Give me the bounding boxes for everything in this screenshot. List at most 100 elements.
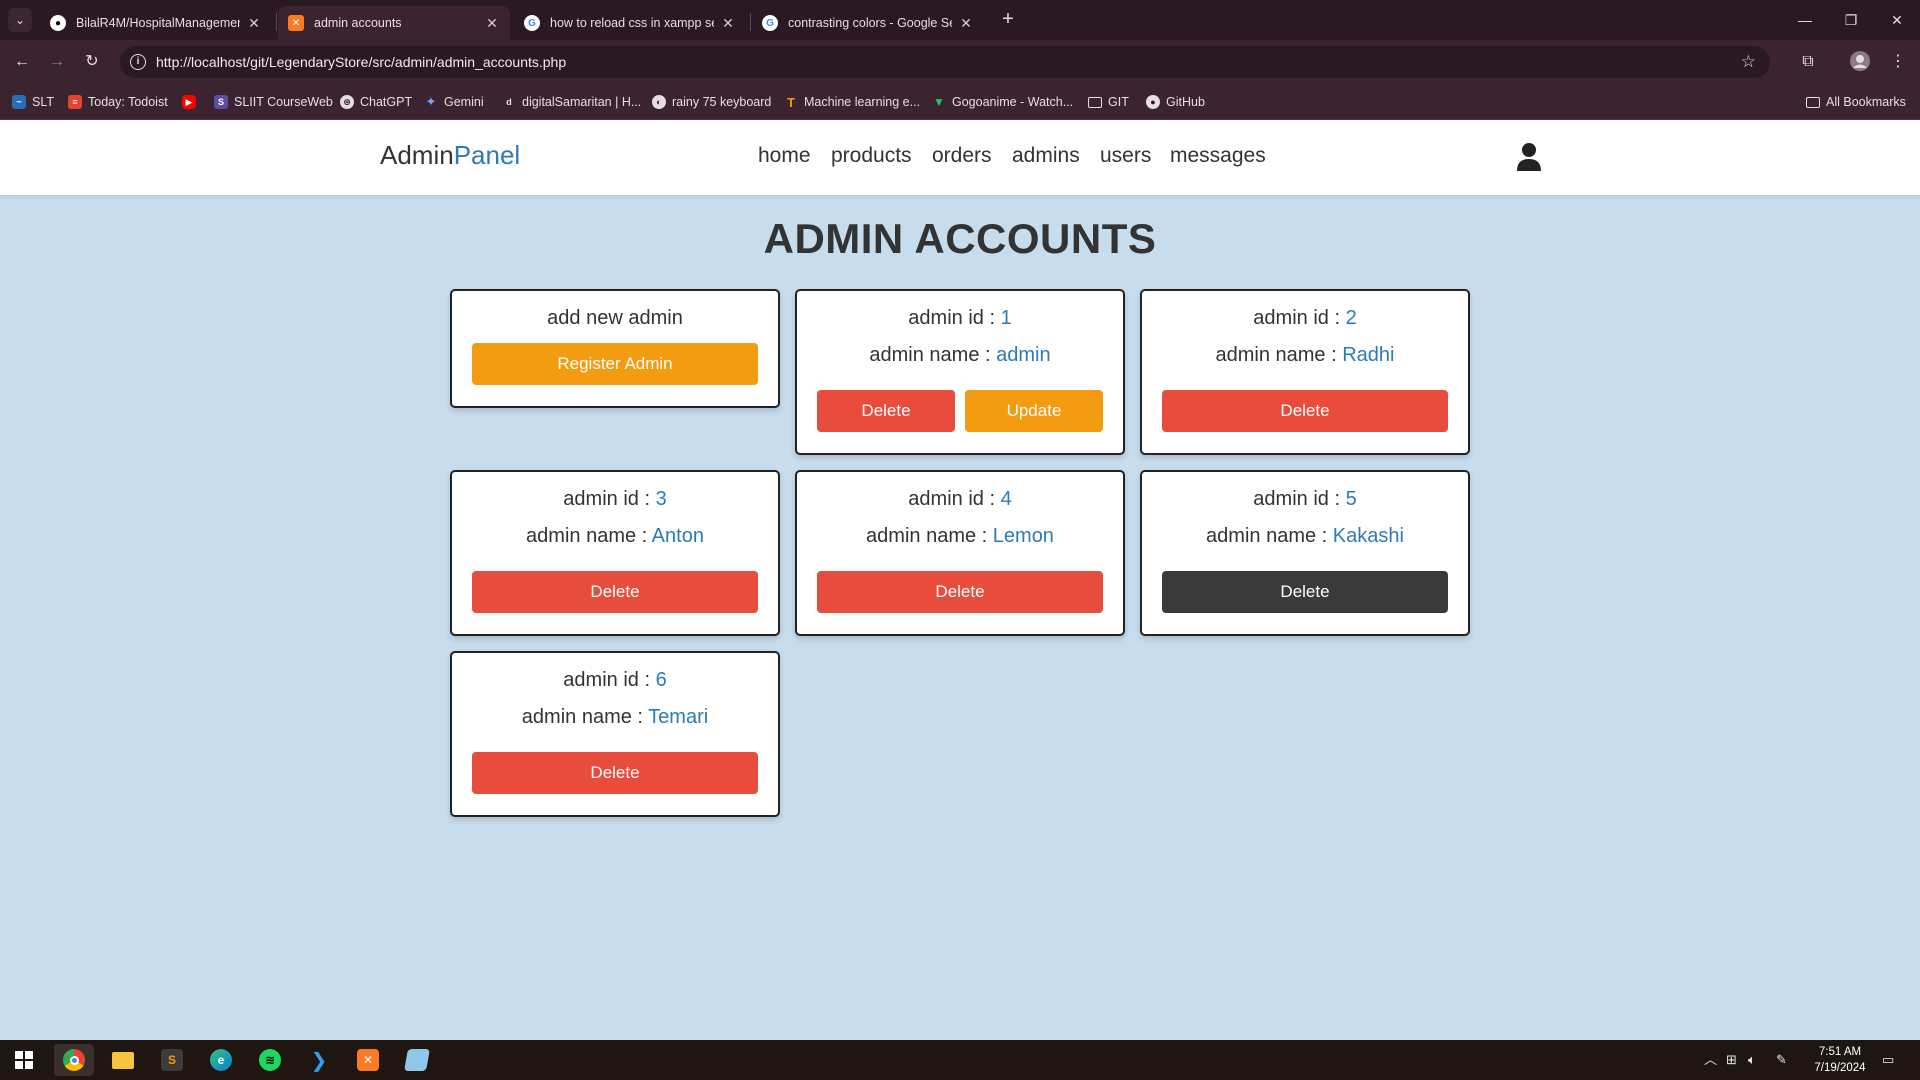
close-window-button[interactable]: ✕	[1874, 0, 1920, 40]
url-text[interactable]: http://localhost/git/LegendaryStore/src/…	[156, 46, 566, 78]
clock[interactable]: 7:51 AM 7/19/2024	[1800, 1044, 1880, 1076]
tab-admin-accounts[interactable]: ✕ admin accounts ✕	[278, 6, 510, 40]
bookmark-label: digitalSamaritan | H...	[522, 95, 642, 109]
all-bookmarks[interactable]: All Bookmarks	[1806, 93, 1906, 111]
register-admin-button[interactable]: Register Admin	[472, 343, 758, 385]
admin-id-label: admin id :	[1253, 307, 1346, 329]
all-bookmarks-label: All Bookmarks	[1826, 95, 1906, 109]
pen-icon[interactable]: ✎	[1776, 1040, 1787, 1080]
admin-name-label: admin name :	[1215, 344, 1343, 366]
nav-admins[interactable]: admins	[1012, 144, 1080, 168]
google-icon: G	[762, 15, 778, 31]
vscode-icon[interactable]: ❯	[299, 1044, 339, 1076]
xampp-icon[interactable]: ✕	[348, 1044, 388, 1076]
admin-card: admin id : 5 admin name : Kakashi Delete	[1140, 470, 1470, 636]
bookmark-star-icon[interactable]: ☆	[1741, 46, 1756, 78]
windows-start-icon[interactable]	[4, 1044, 44, 1076]
bookmark-label: ChatGPT	[360, 95, 413, 109]
delete-button[interactable]: Delete	[1162, 390, 1448, 432]
minimize-button[interactable]: —	[1782, 0, 1828, 40]
bookmark-machine-learning[interactable]: T Machine learning e...	[784, 93, 920, 111]
file-explorer-icon[interactable]	[103, 1044, 143, 1076]
tab-reload-css[interactable]: G how to reload css in xampp ser ✕	[514, 6, 746, 40]
taskbar: S e ≋ ❯ ✕ ︿ ⊞ 🔈︎ ✎ 7:51 AM 7/19/2024 ▭	[0, 1040, 1920, 1080]
admin-name-label: admin name :	[521, 706, 649, 728]
tab-title: how to reload css in xampp ser	[550, 16, 714, 30]
sublime-text-icon[interactable]: S	[152, 1044, 192, 1076]
restore-button[interactable]: ❐	[1828, 0, 1874, 40]
edge-icon[interactable]: e	[201, 1044, 241, 1076]
profile-avatar[interactable]	[1848, 50, 1872, 74]
add-admin-label: add new admin	[547, 307, 683, 329]
admin-name-value: Lemon	[992, 525, 1054, 547]
back-icon[interactable]: ←	[10, 50, 34, 74]
folder-icon	[1088, 96, 1102, 108]
delete-button[interactable]: Delete	[472, 752, 758, 794]
nav-products[interactable]: products	[831, 144, 912, 168]
admin-name-line: admin name : Anton	[452, 525, 778, 548]
bookmark-chatgpt[interactable]: ⊛ ChatGPT	[340, 93, 412, 111]
tab-separator	[276, 13, 277, 31]
bookmark-gemini[interactable]: ✦ Gemini	[424, 93, 484, 111]
bookmark-sliit[interactable]: S SLIIT CourseWeb	[214, 93, 333, 111]
bookmark-folder-git[interactable]: GIT	[1088, 93, 1129, 111]
admin-name-value: Anton	[651, 525, 704, 547]
new-tab-button[interactable]: +	[996, 8, 1020, 32]
network-icon[interactable]: ⊞	[1726, 1040, 1737, 1080]
delete-button[interactable]: Delete	[472, 571, 758, 613]
close-icon[interactable]: ✕	[958, 15, 974, 32]
nav-home[interactable]: home	[758, 144, 811, 168]
admin-name-value: admin	[996, 344, 1051, 366]
reload-icon[interactable]: ↻	[80, 50, 104, 74]
bookmark-todoist[interactable]: ≡ Today: Todoist	[68, 93, 168, 111]
bookmark-slt[interactable]: ~ SLT	[12, 93, 54, 111]
admin-name-line: admin name : Kakashi	[1142, 525, 1468, 548]
admin-name-label: admin name :	[526, 525, 652, 547]
forward-icon[interactable]: →	[45, 50, 69, 74]
tab-list-button[interactable]: ⌄	[8, 8, 32, 32]
slt-icon: ~	[12, 95, 26, 109]
delete-button[interactable]: Delete	[817, 390, 955, 432]
xampp-icon: ✕	[288, 15, 304, 31]
chrome-icon[interactable]	[54, 1044, 94, 1076]
notifications-icon[interactable]: ▭	[1882, 1040, 1894, 1080]
bookmark-gogoanime[interactable]: ▼ Gogoanime - Watch...	[932, 93, 1073, 111]
delete-button[interactable]: Delete	[1162, 571, 1448, 613]
tab-github[interactable]: ● BilalR4M/HospitalManagement ✕	[40, 6, 272, 40]
admin-id-label: admin id :	[908, 488, 1001, 510]
delete-button[interactable]: Delete	[817, 571, 1103, 613]
spotify-icon[interactable]: ≋	[250, 1044, 290, 1076]
address-bar[interactable]: i http://localhost/git/LegendaryStore/sr…	[120, 46, 1770, 78]
admin-card: admin id : 3 admin name : Anton Delete	[450, 470, 780, 636]
tab-contrasting-colors[interactable]: G contrasting colors - Google Sea ✕	[752, 6, 984, 40]
admin-name-line: admin name : Lemon	[797, 525, 1123, 548]
github-icon: ●	[1146, 95, 1160, 109]
admin-name-label: admin name :	[866, 525, 993, 547]
tray-chevron-icon[interactable]: ︿	[1704, 1040, 1717, 1080]
tensorflow-icon: T	[787, 94, 795, 110]
nav-orders[interactable]: orders	[932, 144, 992, 168]
user-icon[interactable]	[1516, 142, 1542, 172]
bookmark-rainy75[interactable]: ◐ rainy 75 keyboard	[652, 93, 771, 111]
admin-card: admin id : 4 admin name : Lemon Delete	[795, 470, 1125, 636]
nav-messages[interactable]: messages	[1170, 144, 1266, 168]
bookmark-github[interactable]: ● GitHub	[1146, 93, 1205, 111]
logo[interactable]: AdminPanel	[380, 140, 520, 171]
tab-separator	[750, 13, 751, 31]
site-info-icon[interactable]: i	[130, 54, 146, 70]
admin-id-value: 6	[655, 669, 667, 691]
close-icon[interactable]: ✕	[720, 15, 736, 32]
update-button[interactable]: Update	[965, 390, 1103, 432]
volume-icon[interactable]: 🔈︎	[1748, 1040, 1756, 1080]
close-icon[interactable]: ✕	[484, 15, 500, 32]
notepad-icon[interactable]	[397, 1044, 437, 1076]
extensions-icon[interactable]: ⧉	[1796, 50, 1820, 74]
logo-accent: Panel	[453, 140, 521, 170]
bookmark-youtube[interactable]: ▶	[182, 93, 202, 111]
menu-icon[interactable]: ⋮	[1886, 50, 1910, 74]
nav-users[interactable]: users	[1100, 144, 1151, 168]
bookmark-label: Gemini	[444, 95, 484, 109]
close-icon[interactable]: ✕	[246, 15, 262, 32]
bookmark-digitalsamaritan[interactable]: d digitalSamaritan | H...	[502, 93, 641, 111]
bookmark-label: Machine learning e...	[804, 95, 921, 109]
